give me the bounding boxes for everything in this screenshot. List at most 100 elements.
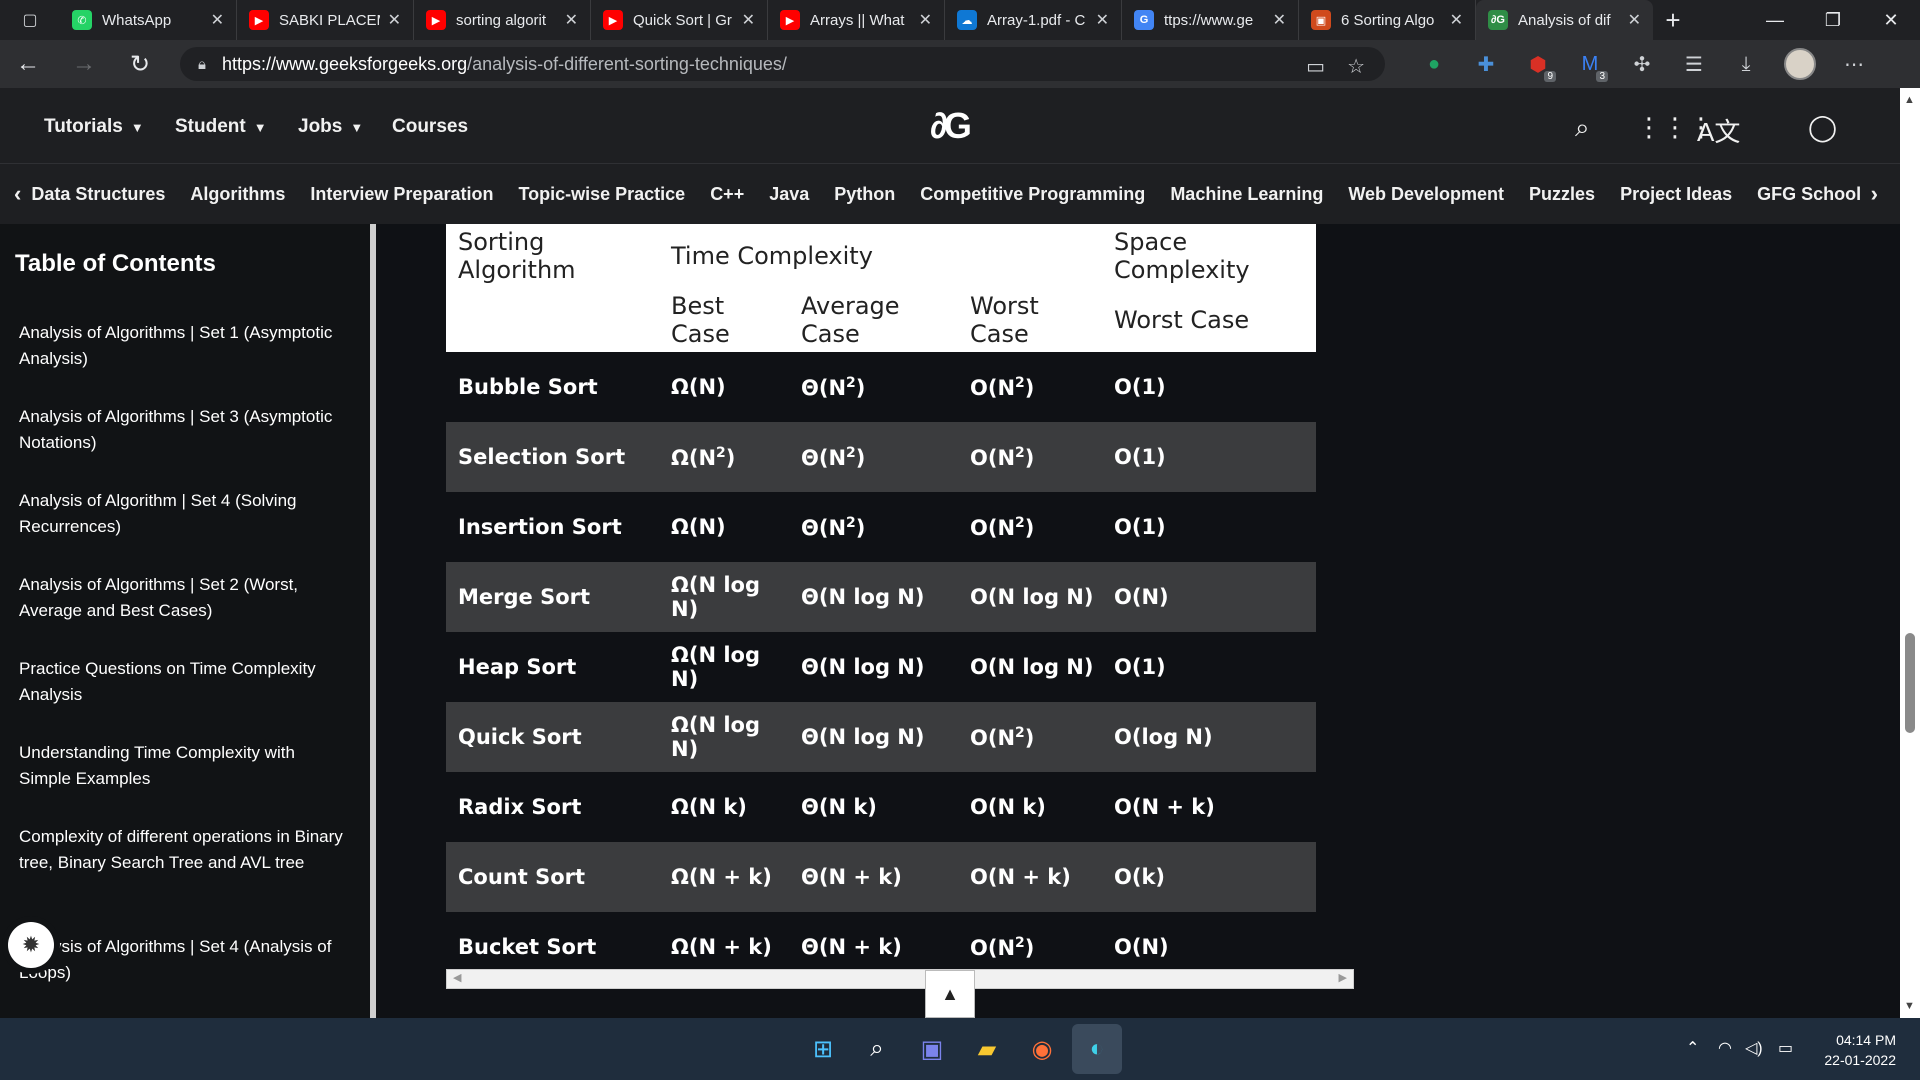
reader-mode-icon[interactable]: ▭: [1306, 54, 1325, 79]
battery-icon[interactable]: ▭: [1778, 1038, 1793, 1058]
profile-avatar[interactable]: [1784, 48, 1816, 80]
file-explorer-icon[interactable]: ▰: [970, 1032, 1004, 1066]
new-tab-button[interactable]: +: [1653, 0, 1693, 40]
browser-tab[interactable]: ▶ Arrays || What ✕: [768, 0, 945, 40]
search-icon[interactable]: ⌕: [860, 1032, 894, 1066]
category-nav-item[interactable]: Algorithms: [190, 184, 285, 205]
algorithm-name: Merge Sort: [446, 562, 659, 632]
extension-blue-icon[interactable]: ✚: [1472, 50, 1500, 78]
menu-tutorials[interactable]: Tutorials ▼: [44, 116, 144, 138]
wifi-icon[interactable]: ◠: [1718, 1038, 1732, 1058]
downloads-icon[interactable]: ⤓: [1732, 50, 1760, 78]
favorites-icon[interactable]: ☰: [1680, 50, 1708, 78]
close-tab-icon[interactable]: ✕: [565, 10, 578, 30]
browser-tab[interactable]: ▶ SABKI PLACEM ✕: [237, 0, 414, 40]
scrollbar-thumb[interactable]: [1905, 633, 1915, 733]
page-vertical-scrollbar[interactable]: ▲ ▼: [1900, 88, 1920, 1018]
category-nav-item[interactable]: Machine Learning: [1170, 184, 1323, 205]
edge-icon[interactable]: ◐: [1072, 1024, 1122, 1074]
close-tab-icon[interactable]: ✕: [1450, 10, 1463, 30]
algorithm-name-text: Selection Sort: [458, 445, 626, 469]
forward-icon[interactable]: →: [56, 40, 112, 88]
minimize-icon[interactable]: —: [1746, 0, 1804, 40]
search-icon[interactable]: ⌕: [1575, 112, 1590, 144]
close-tab-icon[interactable]: ✕: [211, 10, 224, 30]
chevron-up-icon[interactable]: ⌃: [1686, 1038, 1699, 1058]
table-row: Bubble Sort Ω(N) Θ(N2) O(N2) O(1): [446, 352, 1316, 422]
extension-m-icon[interactable]: M3: [1576, 50, 1608, 82]
menu-student[interactable]: Student ▼: [175, 116, 267, 138]
category-nav-item[interactable]: Interview Preparation: [310, 184, 493, 205]
firefox-icon[interactable]: ◉: [1025, 1032, 1059, 1066]
system-clock[interactable]: 04:14 PM 22-01-2022: [1824, 1030, 1896, 1070]
menu-courses[interactable]: Courses: [392, 116, 468, 138]
toc-item[interactable]: Analysis of Algorithms | Set 3 (Asymptot…: [19, 404, 349, 456]
scroll-left-icon[interactable]: ◀: [453, 971, 461, 984]
add-favorite-icon[interactable]: ☆: [1347, 54, 1365, 79]
url-field[interactable]: 🔒︎ https://www.geeksforgeeks.org/analysi…: [180, 47, 1385, 81]
close-window-icon[interactable]: ✕: [1862, 0, 1920, 40]
category-nav-item[interactable]: Competitive Programming: [920, 184, 1145, 205]
chevron-left-icon[interactable]: ‹: [14, 181, 21, 207]
close-tab-icon[interactable]: ✕: [388, 10, 401, 30]
tab-favicon-icon: ☁: [957, 10, 977, 30]
average-case-cell: Θ(N2): [789, 352, 958, 422]
category-nav-item[interactable]: Java: [769, 184, 809, 205]
toc-item[interactable]: Analysis of Algorithm | Set 4 (Solving R…: [19, 488, 349, 540]
toc-item[interactable]: Analysis of Algorithms | Set 2 (Worst, A…: [19, 572, 349, 624]
browser-tab[interactable]: ▣ 6 Sorting Algo ✕: [1299, 0, 1476, 40]
worst-case-cell: O(N2): [958, 492, 1102, 562]
header-best-case: Best Case: [659, 288, 789, 352]
user-account-icon[interactable]: ◯: [1808, 112, 1837, 143]
category-nav-item[interactable]: Python: [834, 184, 895, 205]
extension-green-icon[interactable]: ●: [1420, 50, 1448, 78]
refresh-icon[interactable]: ↻: [112, 40, 168, 88]
clock-date: 22-01-2022: [1824, 1052, 1896, 1068]
ublock-icon[interactable]: ⬢ 9: [1524, 50, 1556, 82]
best-case-cell-text: Ω(N log N): [671, 713, 760, 761]
tab-actions-icon[interactable]: ▢: [0, 0, 60, 40]
toc-item[interactable]: Analysis of Algorithms | Set 4 (Analysis…: [19, 934, 349, 986]
browser-tab[interactable]: ☁ Array-1.pdf - C ✕: [945, 0, 1122, 40]
back-icon[interactable]: ←: [0, 40, 56, 88]
category-nav-item[interactable]: Data Structures: [31, 184, 165, 205]
volume-icon[interactable]: ◁): [1745, 1038, 1763, 1058]
scroll-right-icon[interactable]: ▶: [1339, 971, 1347, 984]
close-tab-icon[interactable]: ✕: [1273, 10, 1286, 30]
settings-gear-icon[interactable]: ✹: [8, 922, 54, 968]
close-tab-icon[interactable]: ✕: [919, 10, 932, 30]
scroll-to-top-button[interactable]: ▲: [925, 970, 975, 1018]
browser-tab[interactable]: ▶ Quick Sort | Gr ✕: [591, 0, 768, 40]
table-horizontal-scrollbar[interactable]: ◀ ▶: [446, 969, 1354, 989]
category-nav-item[interactable]: Puzzles: [1529, 184, 1595, 205]
category-nav-item[interactable]: Topic-wise Practice: [518, 184, 685, 205]
best-case-cell-text: Ω(N + k): [671, 935, 772, 959]
toc-item[interactable]: Complexity of different operations in Bi…: [19, 824, 349, 876]
more-menu-icon[interactable]: ⋯: [1840, 50, 1868, 78]
close-tab-icon[interactable]: ✕: [742, 10, 755, 30]
chevron-right-icon[interactable]: ›: [1871, 181, 1878, 207]
extensions-puzzle-icon[interactable]: ✣: [1628, 50, 1656, 78]
menu-jobs[interactable]: Jobs ▼: [298, 116, 363, 138]
scroll-down-icon[interactable]: ▼: [1904, 1000, 1915, 1012]
close-tab-icon[interactable]: ✕: [1096, 10, 1109, 30]
toc-item[interactable]: Understanding Time Complexity with Simpl…: [19, 740, 349, 792]
close-tab-icon[interactable]: ✕: [1628, 10, 1641, 30]
toc-item[interactable]: Analysis of Algorithms | Set 1 (Asymptot…: [19, 320, 349, 372]
best-case-cell: Ω(N log N): [659, 632, 789, 702]
scroll-up-icon[interactable]: ▲: [1904, 94, 1915, 106]
category-nav-item[interactable]: C++: [710, 184, 744, 205]
restore-icon[interactable]: ❐: [1804, 0, 1862, 40]
translate-icon[interactable]: A文: [1697, 112, 1740, 149]
browser-tab[interactable]: ✆ WhatsApp ✕: [60, 0, 237, 40]
browser-tab[interactable]: ▶ sorting algorit ✕: [414, 0, 591, 40]
teams-icon[interactable]: ▣: [915, 1032, 949, 1066]
gfg-logo[interactable]: ∂G: [913, 104, 985, 148]
category-nav-item[interactable]: Web Development: [1348, 184, 1504, 205]
browser-tab[interactable]: Gttps://www.ge ✕: [1122, 0, 1299, 40]
start-icon[interactable]: ⊞: [806, 1032, 840, 1066]
category-nav-item[interactable]: Project Ideas: [1620, 184, 1732, 205]
toc-item[interactable]: Practice Questions on Time Complexity An…: [19, 656, 349, 708]
browser-tab[interactable]: ∂G Analysis of dif ✕: [1476, 0, 1653, 40]
category-nav-item[interactable]: GFG School: [1757, 184, 1861, 205]
